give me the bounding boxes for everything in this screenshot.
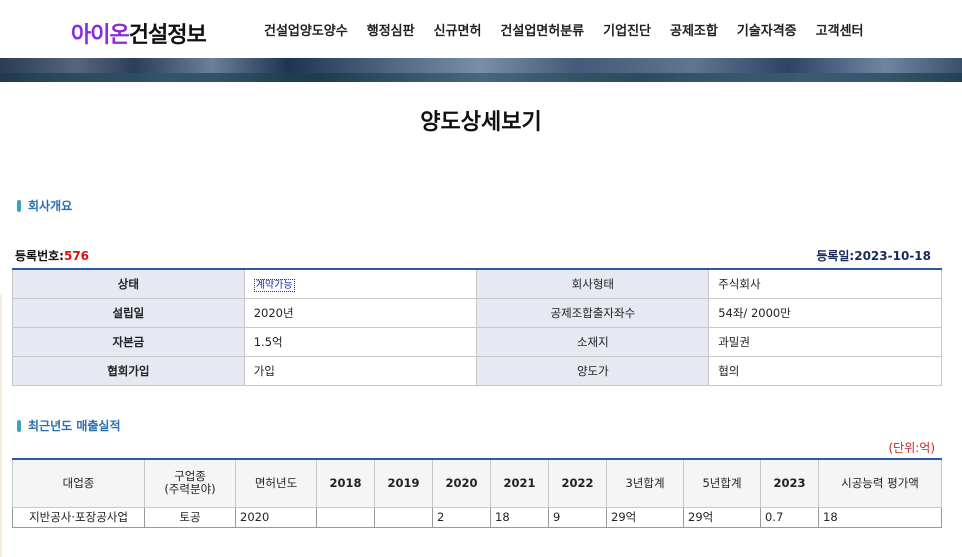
nav-item-transfer[interactable]: 건설업양도양수 — [264, 20, 348, 39]
registration-date: 등록일:2023-10-18 — [816, 247, 931, 264]
logo-rest: 건설정보 — [128, 23, 207, 48]
column-header: 2018 — [316, 458, 375, 508]
nav-item-mutual-aid[interactable]: 공제조합 — [670, 20, 718, 39]
table-cell: 9 — [548, 506, 607, 528]
table-cell: 18 — [490, 506, 549, 528]
reg-date-label: 등록일: — [816, 249, 855, 263]
site-header: 아이온건설정보 건설업양도양수 행정심판 신규면허 건설업면허분류 기업진단 공… — [0, 0, 962, 58]
main-nav: 건설업양도양수 행정심판 신규면허 건설업면허분류 기업진단 공제조합 기술자격… — [264, 20, 883, 39]
overview-label: 협회가입 — [12, 355, 245, 386]
overview-value: 가입 — [243, 355, 478, 386]
site-logo[interactable]: 아이온건설정보 — [71, 17, 207, 49]
left-edge-decoration — [0, 295, 2, 557]
overview-value: 과밀권 — [708, 326, 942, 357]
header-banner-image — [0, 58, 962, 82]
column-header: 3년합계 — [606, 458, 684, 508]
section-title-overview: 회사개요 — [17, 197, 72, 214]
column-header: 2023 — [760, 458, 819, 508]
table-cell: 2 — [432, 506, 491, 528]
section-title-sales-text: 최근년도 매출실적 — [28, 419, 121, 433]
column-header: 2020 — [432, 458, 491, 508]
table-cell: 2020 — [235, 506, 317, 528]
overview-label: 소재지 — [476, 326, 710, 357]
nav-item-license-category[interactable]: 건설업면허분류 — [500, 20, 584, 39]
unit-note: (단위:억) — [888, 441, 935, 455]
overview-value: 주식회사 — [708, 268, 942, 299]
table-cell: 29억 — [683, 506, 761, 528]
table-cell: 토공 — [144, 506, 236, 528]
reg-date-value: 2023-10-18 — [854, 249, 931, 263]
column-header: 2019 — [374, 458, 433, 508]
overview-value: 1.5억 — [243, 326, 478, 357]
status-badge: 계약가능 — [253, 279, 295, 293]
column-header: 2021 — [490, 458, 549, 508]
sales-performance-table: 대업종 구업종 (주력분야) 면허년도 2018 2019 2020 2021 … — [12, 458, 942, 528]
overview-label: 공제조합출자좌수 — [476, 297, 710, 328]
nav-item-customer-center[interactable]: 고객센터 — [816, 20, 864, 39]
nav-item-tech-license[interactable]: 기술자격증 — [737, 20, 797, 39]
nav-item-admin-trial[interactable]: 행정심판 — [367, 20, 415, 39]
overview-label: 자본금 — [12, 326, 245, 357]
overview-label: 설립일 — [12, 297, 245, 328]
table-cell: 18 — [818, 506, 942, 528]
registration-number: 등록번호:576 — [15, 247, 89, 264]
overview-label: 회사형태 — [476, 268, 710, 299]
table-cell: 지반공사·포장공사업 — [12, 506, 145, 528]
column-header: 5년합계 — [683, 458, 761, 508]
table-cell — [374, 506, 433, 528]
overview-value: 2020년 — [243, 297, 478, 328]
section-pin-icon — [17, 199, 21, 212]
overview-value: 계약가능 — [243, 268, 478, 299]
table-row: 상태 계약가능 회사형태 주식회사 — [12, 268, 942, 299]
table-header-row: 대업종 구업종 (주력분야) 면허년도 2018 2019 2020 2021 … — [12, 458, 942, 508]
table-row: 자본금 1.5억 소재지 과밀권 — [12, 326, 942, 357]
column-header: 면허년도 — [235, 458, 317, 508]
table-cell: 29억 — [606, 506, 684, 528]
table-row: 협회가입 가입 양도가 협의 — [12, 355, 942, 386]
page-title: 양도상세보기 — [420, 110, 542, 135]
overview-label: 상태 — [12, 268, 245, 299]
section-pin-icon — [17, 419, 21, 432]
section-title-overview-text: 회사개요 — [28, 199, 73, 213]
table-cell: 0.7 — [760, 506, 819, 528]
column-header: 2022 — [548, 458, 607, 508]
nav-item-new-license[interactable]: 신규면허 — [434, 20, 482, 39]
nav-item-diagnosis[interactable]: 기업진단 — [603, 20, 651, 39]
column-header: 구업종 (주력분야) — [144, 458, 236, 508]
overview-value: 54좌/ 2000만 — [708, 297, 942, 328]
overview-label: 양도가 — [476, 355, 710, 386]
column-header: 대업종 — [12, 458, 145, 508]
column-header: 시공능력 평가액 — [818, 458, 942, 508]
reg-no-label: 등록번호: — [15, 249, 64, 263]
table-row: 설립일 2020년 공제조합출자좌수 54좌/ 2000만 — [12, 297, 942, 328]
section-title-sales: 최근년도 매출실적 — [17, 417, 121, 434]
reg-no-value: 576 — [63, 249, 90, 263]
table-cell — [316, 506, 375, 528]
table-row: 지반공사·포장공사업 토공 2020 2 18 9 29억 29억 0.7 18 — [12, 506, 942, 528]
overview-value: 협의 — [708, 355, 942, 386]
logo-brand: 아이온 — [71, 23, 130, 48]
company-overview-table: 상태 계약가능 회사형태 주식회사 설립일 2020년 공제조합출자좌수 54좌… — [12, 268, 942, 386]
